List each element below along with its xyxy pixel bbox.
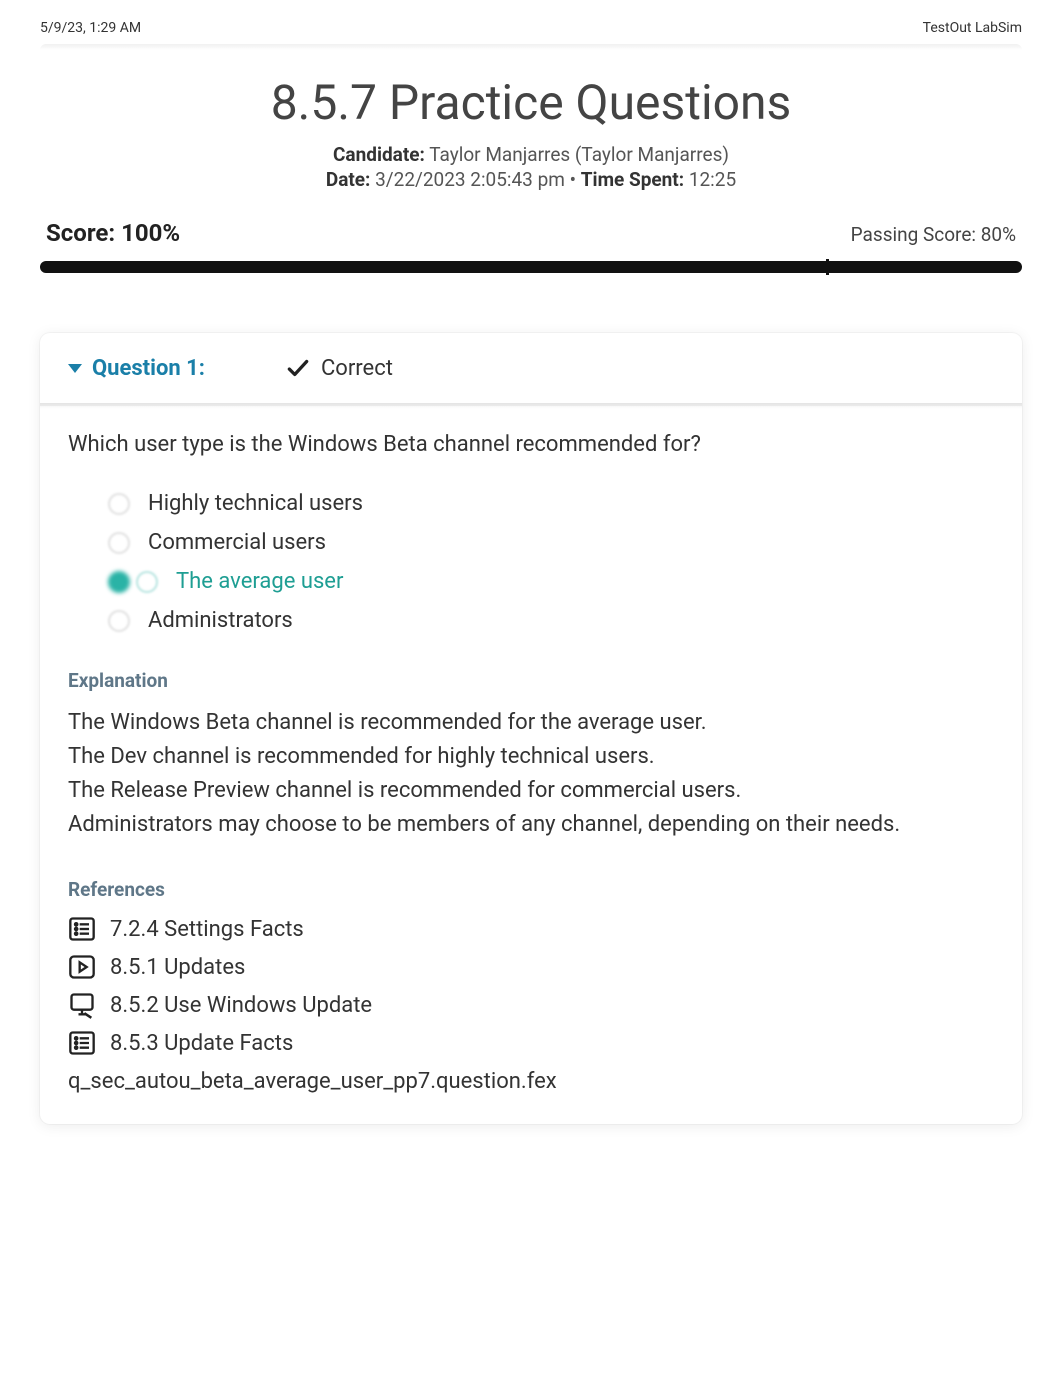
summary-card: 8.5.7 Practice Questions Candidate: Tayl…	[40, 44, 1022, 303]
date-line: Date: 3/22/2023 2:05:43 pm • Time Spent:…	[40, 168, 1022, 191]
reference-item[interactable]: 7.2.4 Settings Facts	[68, 915, 994, 943]
option-item[interactable]: Commercial users	[108, 530, 994, 555]
date-value: 3/22/2023 2:05:43 pm	[375, 168, 565, 191]
reference-item[interactable]: 8.5.3 Update Facts	[68, 1029, 994, 1057]
radio-icon	[108, 493, 130, 515]
status-badge: Correct	[285, 355, 393, 381]
explanation-heading: Explanation	[68, 669, 994, 692]
caret-down-icon	[68, 364, 82, 373]
list-icon	[68, 915, 96, 943]
radio-icon	[108, 532, 130, 554]
option-text: Highly technical users	[148, 491, 363, 516]
option-item-selected[interactable]: The average user	[108, 569, 994, 594]
progress-bar	[40, 261, 1022, 273]
separator: •	[570, 168, 576, 191]
candidate-value: Taylor Manjarres (Taylor Manjarres)	[429, 143, 729, 166]
status-text: Correct	[321, 356, 393, 381]
explanation-line: The Windows Beta channel is recommended …	[68, 706, 994, 740]
references-list: 7.2.4 Settings Facts 8.5.1 Updates 8.5.2…	[68, 915, 994, 1057]
passing-score: Passing Score: 80%	[851, 223, 1016, 246]
candidate-label: Candidate:	[333, 143, 425, 166]
radio-icon	[136, 571, 158, 593]
references-heading: References	[68, 878, 994, 901]
explanation-line: The Dev channel is recommended for highl…	[68, 740, 994, 774]
selected-marker-icon	[108, 571, 130, 593]
question-text: Which user type is the Windows Beta chan…	[68, 432, 994, 457]
option-text: Administrators	[148, 608, 293, 633]
candidate-line: Candidate: Taylor Manjarres (Taylor Manj…	[40, 143, 1022, 166]
score-label: Score: 100%	[46, 219, 180, 247]
explanation-line: Administrators may choose to be members …	[68, 808, 994, 842]
reference-item[interactable]: 8.5.1 Updates	[68, 953, 994, 981]
explanation-body: The Windows Beta channel is recommended …	[68, 706, 994, 842]
question-card: Question 1: Correct Which user type is t…	[40, 333, 1022, 1124]
print-header: 5/9/23, 1:29 AM TestOut LabSim	[0, 0, 1062, 44]
options-list: Highly technical users Commercial users …	[108, 491, 994, 633]
print-title: TestOut LabSim	[923, 20, 1022, 36]
video-icon	[68, 953, 96, 981]
time-label: Time Spent:	[581, 168, 684, 191]
reference-text: 7.2.4 Settings Facts	[110, 917, 304, 942]
check-icon	[285, 355, 311, 381]
time-value: 12:25	[689, 168, 736, 191]
reference-text: 8.5.1 Updates	[110, 955, 245, 980]
question-number: Question 1:	[92, 356, 205, 381]
option-item[interactable]: Administrators	[108, 608, 994, 633]
date-label: Date:	[326, 168, 371, 191]
explanation-line: The Release Preview channel is recommend…	[68, 774, 994, 808]
reference-item[interactable]: 8.5.2 Use Windows Update	[68, 991, 994, 1019]
reference-text: 8.5.3 Update Facts	[110, 1031, 293, 1056]
page-title: 8.5.7 Practice Questions	[40, 74, 1022, 131]
print-date: 5/9/23, 1:29 AM	[40, 20, 141, 36]
radio-icon	[108, 610, 130, 632]
lab-icon	[68, 991, 96, 1019]
option-text: The average user	[176, 569, 343, 594]
option-text: Commercial users	[148, 530, 326, 555]
list-icon	[68, 1029, 96, 1057]
option-item[interactable]: Highly technical users	[108, 491, 994, 516]
reference-text: 8.5.2 Use Windows Update	[110, 993, 372, 1018]
passing-tick	[826, 259, 829, 275]
question-file: q_sec_autou_beta_average_user_pp7.questi…	[68, 1069, 994, 1094]
question-header[interactable]: Question 1: Correct	[40, 333, 1022, 406]
